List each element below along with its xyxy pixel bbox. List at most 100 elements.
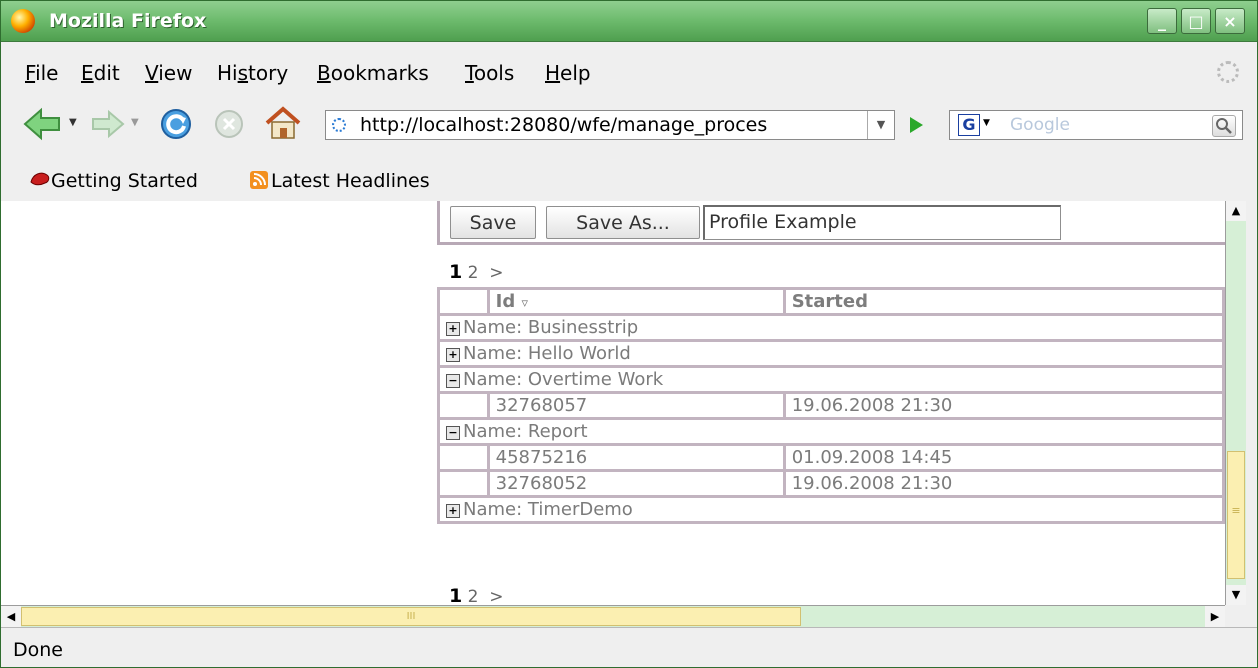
table-row[interactable]: 32768052 19.06.2008 21:30: [437, 469, 1225, 498]
menu-file-accesskey: F: [25, 61, 36, 85]
url-bar[interactable]: http://localhost:28080/wfe/manage_proces…: [325, 110, 895, 140]
search-icon[interactable]: [1212, 115, 1236, 137]
group-label: Name: Report: [463, 421, 588, 442]
sort-indicator-icon: ▿: [521, 296, 529, 311]
collapse-icon[interactable]: −: [446, 426, 460, 440]
home-icon[interactable]: [263, 105, 303, 141]
scrollbar-corner: [1225, 605, 1245, 627]
row-started: 01.09.2008 14:45: [782, 443, 1225, 472]
search-placeholder: Google: [1010, 115, 1070, 135]
scroll-up-icon[interactable]: ▲: [1226, 201, 1246, 221]
menu-bookmarks-accesskey: B: [317, 61, 331, 85]
menu-edit-text-b: dit: [93, 61, 120, 85]
group-label: Name: Hello World: [463, 343, 631, 364]
menu-bar: File Edit View History Bookmarks Tools H…: [1, 41, 1257, 95]
save-as-button[interactable]: Save As...: [546, 206, 700, 239]
forward-history-dropdown-icon[interactable]: ▼: [131, 117, 139, 128]
pager-next[interactable]: >: [489, 587, 503, 605]
row-id[interactable]: 32768057: [486, 391, 786, 420]
pager-page-2[interactable]: 2: [468, 263, 479, 283]
scroll-right-icon[interactable]: ▶: [1205, 606, 1225, 628]
url-dropdown-icon[interactable]: ▼: [867, 111, 894, 139]
page-favicon-icon: [332, 118, 346, 132]
expand-icon[interactable]: +: [446, 504, 460, 518]
menu-bookmarks-text-b: ookmarks: [330, 61, 429, 85]
bookmark-latest-headlines-label: Latest Headlines: [271, 170, 430, 192]
collapse-icon[interactable]: −: [446, 374, 460, 388]
expand-icon[interactable]: +: [446, 348, 460, 362]
group-cell: + Name: TimerDemo: [437, 495, 1225, 524]
minimize-button[interactable]: _: [1147, 8, 1177, 34]
row-id[interactable]: 45875216: [486, 443, 786, 472]
pager-next[interactable]: >: [489, 263, 503, 283]
search-bar[interactable]: G ▼ Google: [949, 110, 1243, 140]
header-id[interactable]: Id ▿: [486, 287, 786, 316]
window-title: Mozilla Firefox: [49, 10, 207, 32]
profile-name-input[interactable]: Profile Example: [703, 205, 1061, 240]
bookmark-getting-started[interactable]: Getting Started: [29, 170, 198, 192]
pager-current: 1: [449, 261, 463, 283]
search-engine-icon[interactable]: G: [958, 114, 980, 136]
scroll-down-icon[interactable]: ▼: [1226, 585, 1246, 605]
save-button[interactable]: Save: [450, 206, 536, 239]
menu-help-text-b: elp: [560, 61, 591, 85]
group-label: Name: Businesstrip: [463, 317, 639, 338]
group-cell: + Name: Hello World: [437, 339, 1225, 368]
menu-file[interactable]: File: [25, 61, 58, 85]
process-table: Id ▿ Started + Name: Businesstrip + Name: …: [437, 287, 1225, 524]
title-bar[interactable]: Mozilla Firefox _ □ ×: [1, 1, 1257, 42]
row-spacer: [437, 391, 490, 420]
bookmarks-toolbar: Getting Started Latest Headlines: [1, 155, 1257, 201]
reload-icon[interactable]: [159, 107, 193, 141]
horizontal-scroll-thumb[interactable]: III: [21, 607, 801, 626]
pager-bottom: 1 2 >: [449, 585, 504, 605]
row-spacer: [437, 469, 490, 498]
menu-help[interactable]: Help: [545, 61, 591, 85]
group-cell: − Name: Overtime Work: [437, 365, 1225, 394]
url-text[interactable]: http://localhost:28080/wfe/manage_proces: [360, 114, 860, 136]
table-row[interactable]: 32768057 19.06.2008 21:30: [437, 391, 1225, 420]
close-button[interactable]: ×: [1215, 8, 1245, 34]
menu-tools[interactable]: Tools: [465, 61, 514, 85]
menu-help-accesskey: H: [545, 61, 561, 85]
pager-page-2[interactable]: 2: [468, 587, 479, 605]
forward-arrow-icon[interactable]: [89, 109, 125, 139]
header-started[interactable]: Started: [782, 287, 1225, 316]
vertical-scroll-thumb[interactable]: ≡: [1227, 451, 1245, 579]
table-row[interactable]: 45875216 01.09.2008 14:45: [437, 443, 1225, 472]
header-id-label: Id: [495, 291, 516, 312]
menu-tools-text-b: ools: [473, 61, 515, 85]
header-spacer: [437, 287, 490, 316]
menu-edit[interactable]: Edit: [81, 61, 120, 85]
menu-file-text-b: ile: [35, 61, 59, 85]
menu-view[interactable]: View: [145, 61, 192, 85]
status-bar: Done: [1, 627, 1257, 667]
group-row: + Name: Hello World: [437, 339, 1225, 368]
group-label: Name: TimerDemo: [463, 499, 633, 520]
table-header-row: Id ▿ Started: [437, 287, 1225, 316]
vertical-scrollbar[interactable]: ▲ ≡ ▼: [1225, 201, 1246, 605]
status-text: Done: [13, 639, 63, 661]
menu-bookmarks[interactable]: Bookmarks: [317, 61, 429, 85]
pager-top: 1 2 >: [449, 261, 504, 283]
row-spacer: [437, 443, 490, 472]
maximize-button[interactable]: □: [1181, 8, 1211, 34]
horizontal-scrollbar[interactable]: ◀ III ▶: [1, 605, 1225, 628]
back-history-dropdown-icon[interactable]: ▼: [69, 117, 77, 128]
menu-history-text-b: tory: [248, 61, 289, 85]
search-engine-dropdown-icon[interactable]: ▼: [983, 118, 990, 128]
back-arrow-icon[interactable]: [23, 107, 63, 141]
bookmark-latest-headlines[interactable]: Latest Headlines: [249, 170, 430, 192]
go-arrow-icon[interactable]: [901, 111, 931, 139]
row-id[interactable]: 32768052: [486, 469, 786, 498]
group-row: + Name: Businesstrip: [437, 313, 1225, 342]
menu-history-text-a: Hi: [217, 61, 238, 85]
expand-icon[interactable]: +: [446, 322, 460, 336]
red-hat-icon: [30, 172, 50, 186]
menu-history[interactable]: History: [217, 61, 288, 85]
page-content: Save Save As... Profile Example 1 2 > Id…: [1, 201, 1225, 605]
group-row: − Name: Overtime Work: [437, 365, 1225, 394]
firefox-logo-icon: [11, 9, 35, 33]
stop-icon[interactable]: [213, 108, 245, 140]
scroll-left-icon[interactable]: ◀: [1, 606, 21, 628]
